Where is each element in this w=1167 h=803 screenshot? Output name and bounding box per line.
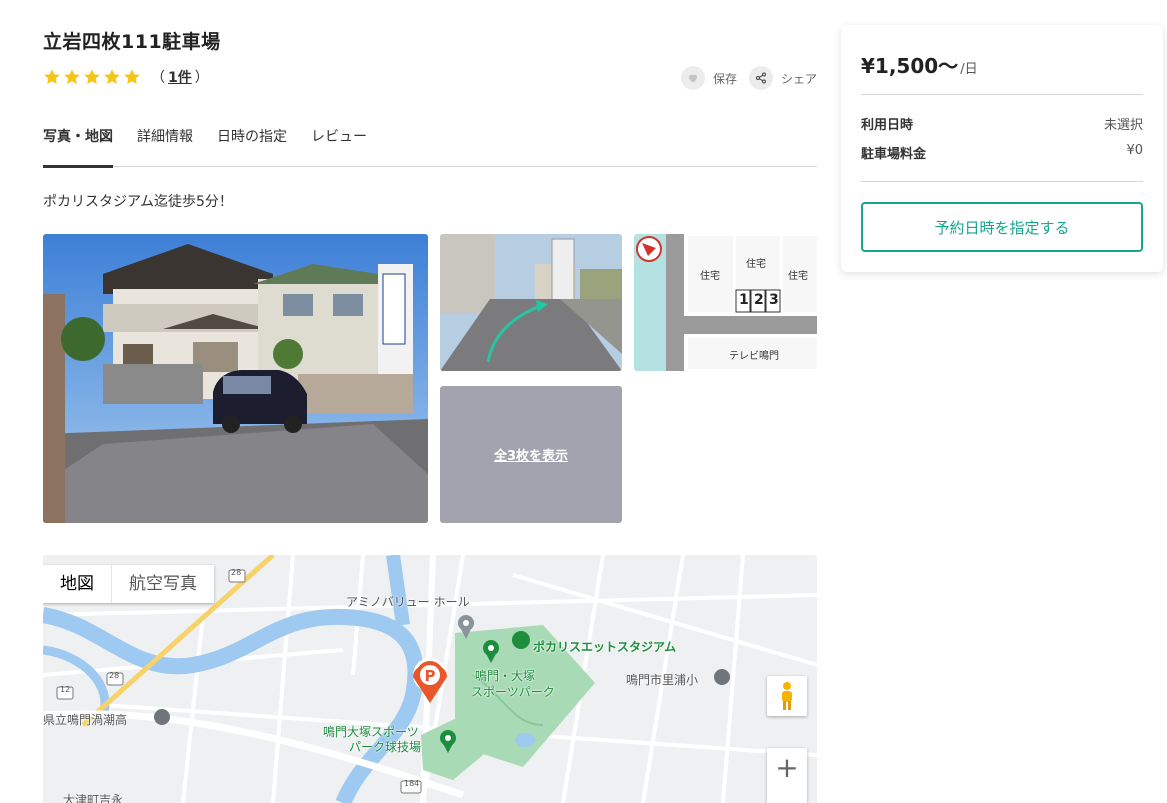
diagram-space-2: 2 bbox=[754, 292, 764, 308]
rating: （1件） bbox=[43, 67, 209, 87]
diagram-house-label-3: 住宅 bbox=[788, 271, 808, 282]
map-type-satellite-button[interactable]: 航空写真 bbox=[111, 565, 214, 603]
page-title: 立岩四枚111駐車場 bbox=[43, 31, 221, 53]
parking-fee-row: 駐車場料金 ¥0 bbox=[861, 143, 1143, 162]
tab-bar: 写真・地図 詳細情報 日時の指定 レビュー bbox=[43, 120, 817, 168]
save-label: 保存 bbox=[712, 71, 737, 86]
usage-date-row: 利用日時 未選択 bbox=[861, 114, 1143, 133]
star-icon bbox=[84, 69, 100, 85]
route-shield-28b: 28 bbox=[109, 671, 120, 680]
booking-card: ¥1,500〜/日 利用日時 未選択 駐車場料金 ¥0 予約日時を指定する bbox=[841, 25, 1163, 272]
review-paren-open: （ bbox=[151, 70, 165, 86]
diagram-house-label-1: 住宅 bbox=[700, 271, 720, 282]
show-all-photos-button[interactable]: 全3枚を表示 bbox=[440, 386, 622, 523]
share-icon bbox=[748, 66, 773, 90]
route-shield-184: 184 bbox=[404, 779, 420, 788]
save-button[interactable]: 保存 bbox=[680, 66, 737, 90]
tab-reviews[interactable]: レビュー bbox=[311, 120, 367, 167]
listing-actions: 保存 シェア bbox=[669, 66, 817, 90]
tab-details[interactable]: 詳細情報 bbox=[137, 120, 193, 167]
usage-date-value: 未選択 bbox=[1103, 118, 1143, 133]
route-shield-28a: 28 bbox=[231, 568, 242, 577]
divider bbox=[861, 181, 1143, 182]
star-icon bbox=[64, 69, 80, 85]
map-label-park-line1: 鳴門・大塚 bbox=[475, 669, 536, 683]
divider bbox=[861, 94, 1143, 95]
map-label-ballpark-line2: パーク球技場 bbox=[349, 740, 422, 754]
photo-entrance[interactable] bbox=[440, 234, 622, 371]
street-view-pegman-icon[interactable] bbox=[767, 676, 807, 716]
map-label-town: 大津町吉永 bbox=[63, 793, 124, 803]
diagram-space-1: 1 bbox=[739, 292, 749, 308]
map-label-school1: 鳴門市里浦小 bbox=[626, 673, 699, 687]
map-label-park-line2: スポーツパーク bbox=[471, 685, 555, 699]
map-type-map-button[interactable]: 地図 bbox=[43, 565, 111, 603]
star-icon bbox=[104, 69, 120, 85]
map-label-hall: アミノバリュー ホール bbox=[346, 595, 470, 609]
route-shield-12: 12 bbox=[60, 685, 71, 694]
review-count: （1件） bbox=[151, 67, 209, 87]
diagram-house-label-2: 住宅 bbox=[746, 259, 766, 270]
set-reservation-datetime-button[interactable]: 予約日時を指定する bbox=[861, 202, 1143, 252]
diagram-space-3: 3 bbox=[769, 292, 779, 308]
usage-date-label: 利用日時 bbox=[861, 118, 914, 133]
diagram-street-label: テレビ鳴門 bbox=[729, 351, 779, 362]
zoom-in-button[interactable]: + bbox=[767, 748, 807, 788]
map-label-stadium: ポカリスエットスタジアム bbox=[533, 640, 677, 654]
map[interactable]: P 28 28 12 184 アミノバリュー ホール ポカリスエットスタジアム … bbox=[43, 555, 817, 803]
price-value: ¥1,500〜 bbox=[861, 54, 959, 78]
review-count-link[interactable]: 1件 bbox=[168, 70, 192, 86]
price-unit: /日 bbox=[960, 62, 978, 77]
review-paren-close: ） bbox=[194, 70, 209, 86]
star-icon bbox=[124, 69, 140, 85]
parking-layout-diagram[interactable]: 住宅 住宅 住宅 1 2 3 テレビ鳴門 bbox=[634, 234, 817, 371]
map-type-control: 地図 航空写真 bbox=[43, 565, 214, 603]
star-icon bbox=[44, 69, 60, 85]
heart-icon bbox=[680, 66, 705, 90]
tab-photos-map[interactable]: 写真・地図 bbox=[43, 120, 113, 168]
price: ¥1,500〜/日 bbox=[861, 50, 978, 79]
parking-fee-value: ¥0 bbox=[1126, 143, 1143, 158]
tab-datetime[interactable]: 日時の指定 bbox=[217, 120, 287, 167]
share-button[interactable]: シェア bbox=[748, 66, 817, 90]
parking-fee-label: 駐車場料金 bbox=[861, 147, 927, 162]
map-label-school2: 県立鳴門渦潮高 bbox=[43, 713, 128, 727]
share-label: シェア bbox=[780, 71, 817, 86]
svg-text:P: P bbox=[425, 667, 436, 685]
listing-description: ポカリスタジアム迄徒歩5分！ bbox=[43, 194, 233, 210]
zoom-control: + bbox=[767, 748, 807, 803]
photo-main[interactable] bbox=[43, 234, 428, 523]
